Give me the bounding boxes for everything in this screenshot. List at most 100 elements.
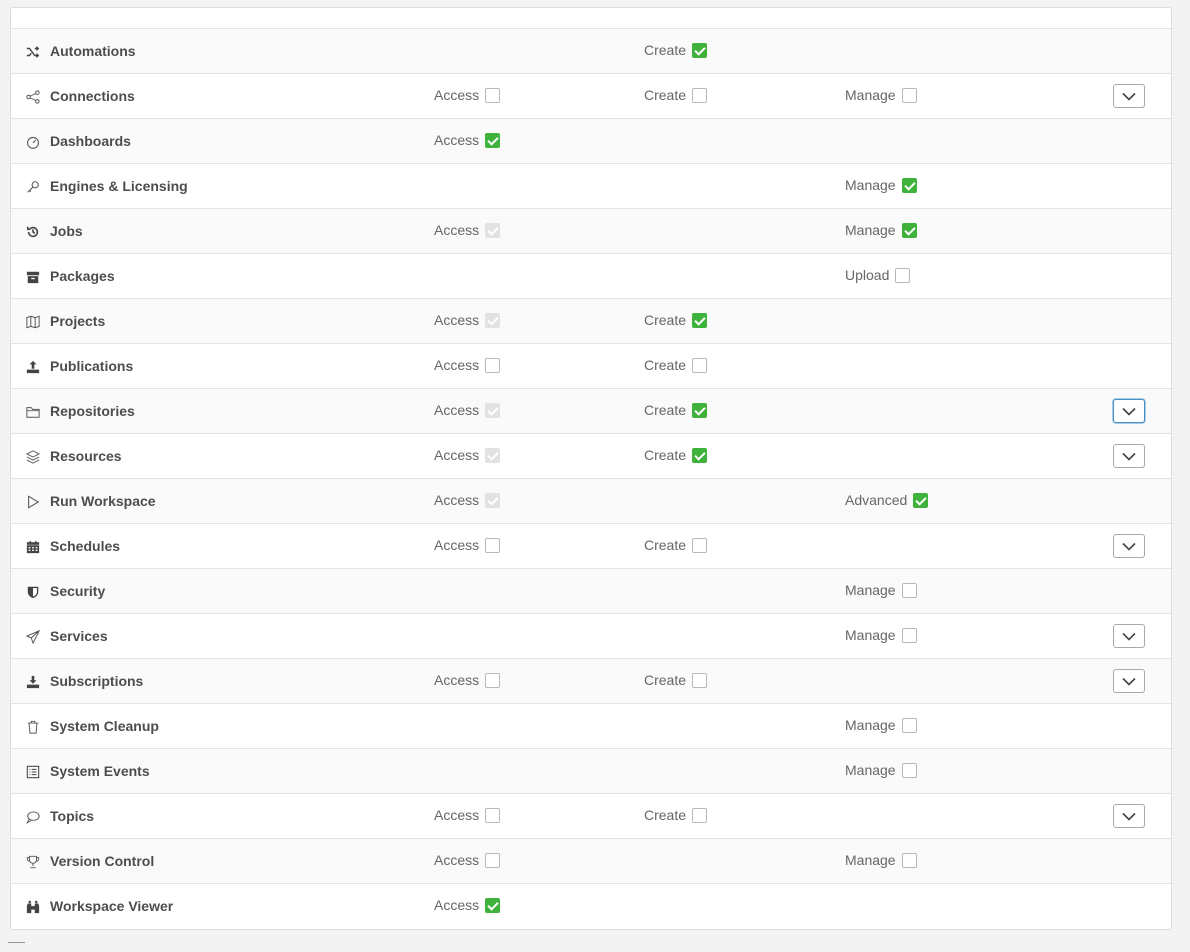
security-manage-checkbox[interactable] [901, 582, 917, 598]
permission-label: Create [644, 87, 687, 103]
version-control-access-checkbox[interactable] [485, 852, 501, 868]
repositories-expand-button[interactable] [1113, 399, 1145, 423]
resources-expand-button[interactable] [1113, 444, 1145, 468]
repositories-create-checkbox[interactable] [692, 402, 708, 418]
permission-label: Create [644, 402, 687, 418]
automations-create-permission[interactable]: Create [644, 41, 708, 59]
services-manage-permission[interactable]: Manage [845, 626, 917, 644]
schedules-access-checkbox[interactable] [485, 537, 501, 553]
download-icon [25, 674, 41, 690]
services-expand-button[interactable] [1113, 624, 1145, 648]
packages-upload-checkbox[interactable] [895, 267, 911, 283]
version-control-access-permission[interactable]: Access [434, 851, 501, 869]
engines-and-licensing-manage-checkbox[interactable] [901, 177, 917, 193]
automations-create-checkbox[interactable] [692, 42, 708, 58]
permission-row-jobs: Jobs Access Manage [11, 209, 1171, 254]
subscriptions-create-checkbox[interactable] [692, 672, 708, 688]
run-workspace-advanced-checkbox[interactable] [913, 492, 929, 508]
permission-row-workspace-viewer: Workspace Viewer Access [11, 884, 1171, 929]
jobs-access-checkbox [485, 222, 501, 238]
permission-name: Dashboards [50, 133, 131, 149]
jobs-manage-checkbox[interactable] [901, 222, 917, 238]
permission-label: Access [434, 537, 480, 553]
topics-create-permission[interactable]: Create [644, 806, 708, 824]
run-workspace-access-checkbox [485, 492, 501, 508]
dashboards-access-permission[interactable]: Access [434, 131, 501, 149]
permission-label: Access [434, 87, 480, 103]
dashboards-access-checkbox[interactable] [485, 132, 501, 148]
system-events-manage-checkbox[interactable] [901, 762, 917, 778]
run-workspace-access-permission[interactable]: Access [434, 491, 501, 509]
system-cleanup-manage-checkbox[interactable] [901, 717, 917, 733]
system-events-manage-permission[interactable]: Manage [845, 761, 917, 779]
engines-and-licensing-manage-permission[interactable]: Manage [845, 176, 917, 194]
publications-access-checkbox[interactable] [485, 357, 501, 373]
schedules-create-checkbox[interactable] [692, 537, 708, 553]
version-control-manage-checkbox[interactable] [901, 852, 917, 868]
permission-row-security: Security Manage [11, 569, 1171, 614]
permission-label: Access [434, 807, 480, 823]
permission-name: Workspace Viewer [50, 898, 174, 914]
services-manage-checkbox[interactable] [901, 627, 917, 643]
permission-name: Services [50, 628, 108, 644]
permission-label: Access [434, 852, 480, 868]
permission-label: Manage [845, 762, 896, 778]
jobs-manage-permission[interactable]: Manage [845, 221, 917, 239]
schedules-create-permission[interactable]: Create [644, 536, 708, 554]
connections-access-permission[interactable]: Access [434, 86, 501, 104]
workspace-viewer-access-checkbox[interactable] [485, 897, 501, 913]
workspace-viewer-access-permission[interactable]: Access [434, 896, 501, 914]
repositories-create-permission[interactable]: Create [644, 401, 708, 419]
resources-create-permission[interactable]: Create [644, 446, 708, 464]
permission-row-dashboards: Dashboards Access [11, 119, 1171, 164]
topics-access-checkbox[interactable] [485, 807, 501, 823]
chevron-down-icon [1122, 812, 1136, 821]
resources-access-permission[interactable]: Access [434, 446, 501, 464]
permission-name: Automations [50, 43, 136, 59]
subscriptions-expand-button[interactable] [1113, 669, 1145, 693]
subscriptions-create-permission[interactable]: Create [644, 671, 708, 689]
schedules-expand-button[interactable] [1113, 534, 1145, 558]
connections-expand-button[interactable] [1113, 84, 1145, 108]
permission-row-schedules: Schedules Access Create [11, 524, 1171, 569]
resources-access-checkbox [485, 447, 501, 463]
topics-create-checkbox[interactable] [692, 807, 708, 823]
projects-create-checkbox[interactable] [692, 312, 708, 328]
permission-name: Run Workspace [50, 493, 156, 509]
subscriptions-access-checkbox[interactable] [485, 672, 501, 688]
jobs-access-permission[interactable]: Access [434, 221, 501, 239]
schedules-access-permission[interactable]: Access [434, 536, 501, 554]
permission-label: Access [434, 222, 480, 238]
connections-create-checkbox[interactable] [692, 87, 708, 103]
permission-row-resources: Resources Access Create [11, 434, 1171, 479]
publications-access-permission[interactable]: Access [434, 356, 501, 374]
topics-access-permission[interactable]: Access [434, 806, 501, 824]
permission-label: Create [644, 447, 687, 463]
publications-create-permission[interactable]: Create [644, 356, 708, 374]
permission-label: Advanced [845, 492, 908, 508]
subscriptions-access-permission[interactable]: Access [434, 671, 501, 689]
version-control-manage-permission[interactable]: Manage [845, 851, 917, 869]
repositories-access-permission[interactable]: Access [434, 401, 501, 419]
repositories-access-checkbox [485, 402, 501, 418]
permission-label: Manage [845, 717, 896, 733]
run-workspace-advanced-permission[interactable]: Advanced [845, 491, 929, 509]
permission-row-version-control: Version Control Access Manage [11, 839, 1171, 884]
connections-manage-checkbox[interactable] [901, 87, 917, 103]
projects-access-permission[interactable]: Access [434, 311, 501, 329]
connections-create-permission[interactable]: Create [644, 86, 708, 104]
system-cleanup-manage-permission[interactable]: Manage [845, 716, 917, 734]
topics-expand-button[interactable] [1113, 804, 1145, 828]
resources-create-checkbox[interactable] [692, 447, 708, 463]
permission-label: Access [434, 672, 480, 688]
permission-row-publications: Publications Access Create [11, 344, 1171, 389]
packages-upload-permission[interactable]: Upload [845, 266, 911, 284]
permission-label: Manage [845, 852, 896, 868]
publications-create-checkbox[interactable] [692, 357, 708, 373]
security-manage-permission[interactable]: Manage [845, 581, 917, 599]
connections-manage-permission[interactable]: Manage [845, 86, 917, 104]
permission-label: Create [644, 42, 687, 58]
projects-create-permission[interactable]: Create [644, 311, 708, 329]
permissions-list: Automations Create Connections Access Create… [11, 29, 1171, 929]
connections-access-checkbox[interactable] [485, 87, 501, 103]
